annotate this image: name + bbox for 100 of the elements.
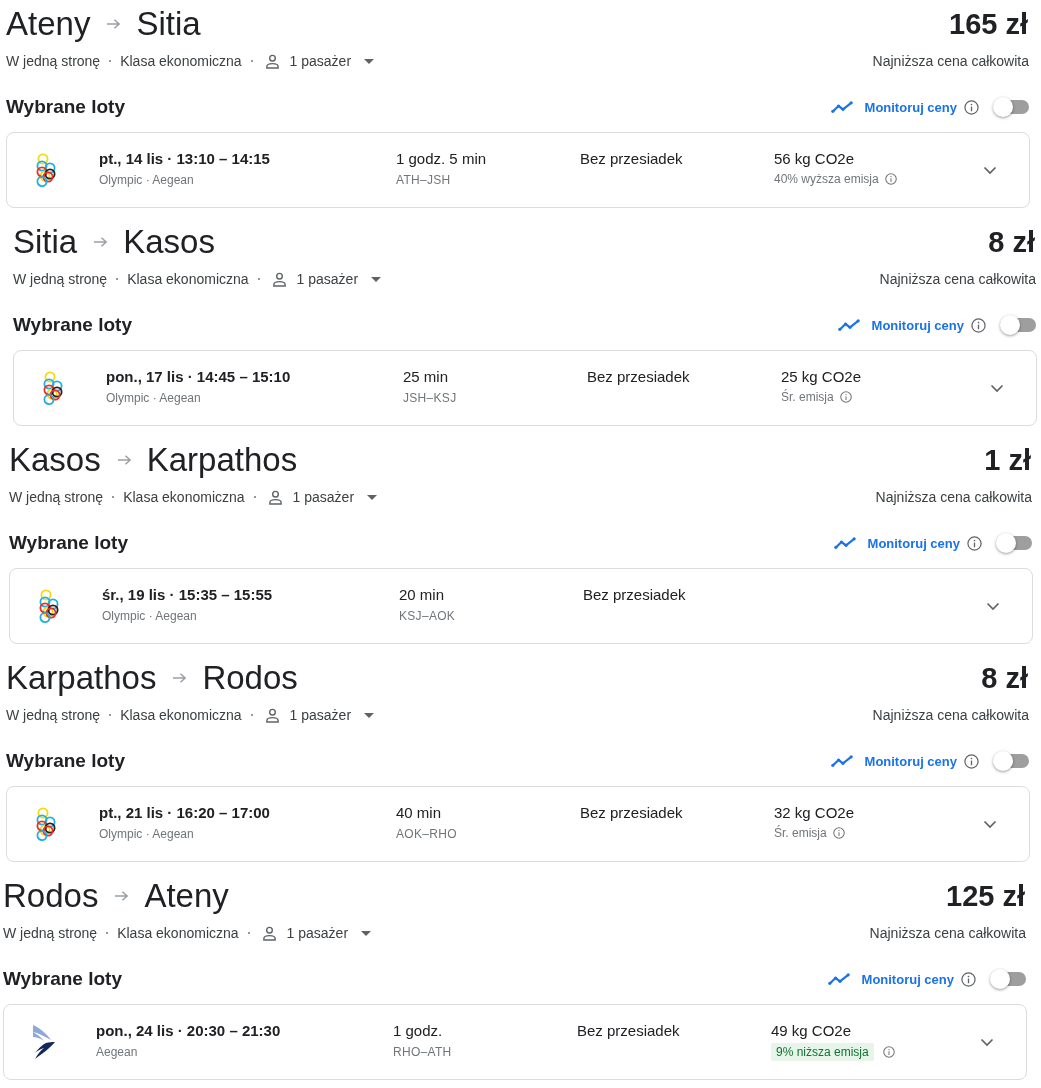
info-icon[interactable] <box>839 391 852 403</box>
rings-logo-icon <box>35 807 57 841</box>
price-note: Najniższa cena całkowita <box>872 53 1029 69</box>
origin-city: Ateny <box>6 5 91 43</box>
info-icon[interactable] <box>964 753 979 769</box>
chevron-down-icon <box>983 165 997 175</box>
track-prices-switch[interactable] <box>990 969 1026 989</box>
info-icon[interactable] <box>882 1046 895 1058</box>
track-prices-switch[interactable] <box>993 97 1029 117</box>
trend-line-icon <box>830 755 853 767</box>
caret-down-icon <box>361 930 372 936</box>
info-icon[interactable] <box>961 971 976 987</box>
route-codes: KSJ–AOK <box>399 608 456 624</box>
rings-logo-icon <box>38 589 60 623</box>
track-prices-label: Monitoruj ceny <box>861 971 954 987</box>
chevron-down-icon <box>990 383 1004 393</box>
flight-date-time: pon., 17 lis · 14:45 – 15:10 <box>106 367 291 387</box>
emissions-value: 25 kg CO2e <box>781 367 862 387</box>
person-icon <box>264 707 280 723</box>
emissions-value: 49 kg CO2e <box>771 1021 852 1041</box>
route-codes: AOK–RHO <box>396 826 457 842</box>
rings-logo-icon <box>42 371 64 405</box>
track-prices-switch[interactable] <box>996 533 1032 553</box>
flight-date-time: śr., 19 lis · 15:35 – 15:55 <box>102 585 273 605</box>
trip-type: W jedną stronę <box>3 925 98 941</box>
passengers-dropdown[interactable]: 1 pasażer <box>261 707 375 723</box>
airline-names: Olympic · Aegean <box>106 390 201 406</box>
arrow-right-icon <box>172 672 188 684</box>
flight-duration: 25 min <box>403 367 449 387</box>
chevron-down-icon <box>986 601 1000 611</box>
price: 165 zł <box>949 7 1028 41</box>
airline-names: Aegean <box>96 1044 138 1060</box>
flight-date-time: pt., 14 lis · 13:10 – 14:15 <box>99 149 270 169</box>
stops-info: Bez przesiadek <box>583 585 686 605</box>
price: 8 zł <box>981 661 1028 695</box>
track-prices-label: Monitoruj ceny <box>864 99 957 115</box>
passengers-dropdown[interactable]: 1 pasażer <box>268 271 382 287</box>
emission-note: 9% niższa emisja <box>771 1043 874 1061</box>
track-prices-switch[interactable] <box>993 751 1029 771</box>
airline-names: Olympic · Aegean <box>99 172 194 188</box>
emission-note: 40% wyższa emisja <box>774 171 879 187</box>
chevron-down-icon <box>980 1037 994 1047</box>
section-heading: Wybrane loty <box>9 532 128 554</box>
person-icon <box>261 925 277 941</box>
section-heading: Wybrane loty <box>6 750 125 772</box>
passengers-dropdown[interactable]: 1 pasażer <box>264 489 378 505</box>
info-icon[interactable] <box>967 535 982 551</box>
trend-line-icon <box>833 537 856 549</box>
cabin-class: Klasa ekonomiczna <box>127 271 249 287</box>
stops-info: Bez przesiadek <box>577 1021 680 1041</box>
caret-down-icon <box>364 58 375 64</box>
stops-info: Bez przesiadek <box>580 803 683 823</box>
arrow-right-icon <box>106 18 122 30</box>
stops-info: Bez przesiadek <box>587 367 690 387</box>
origin-city: Karpathos <box>6 659 157 697</box>
caret-down-icon <box>367 494 378 500</box>
trip-type: W jedną stronę <box>6 53 101 69</box>
origin-city: Rodos <box>3 877 99 915</box>
cabin-class: Klasa ekonomiczna <box>117 925 239 941</box>
origin-city: Sitia <box>13 223 78 261</box>
route-codes: RHO–ATH <box>393 1044 452 1060</box>
info-icon[interactable] <box>964 99 979 115</box>
route-codes: JSH–KSJ <box>403 390 457 406</box>
caret-down-icon <box>364 712 375 718</box>
price-note: Najniższa cena całkowita <box>875 489 1032 505</box>
track-prices-label: Monitoruj ceny <box>871 317 964 333</box>
flight-date-time: pt., 21 lis · 16:20 – 17:00 <box>99 803 270 823</box>
flight-duration: 40 min <box>396 803 442 823</box>
destination-city: Rodos <box>202 659 298 697</box>
caret-down-icon <box>371 276 382 282</box>
section-heading: Wybrane loty <box>13 314 132 336</box>
trend-line-icon <box>827 973 850 985</box>
section-heading: Wybrane loty <box>3 968 122 990</box>
airline-names: Olympic · Aegean <box>102 608 197 624</box>
price-note: Najniższa cena całkowita <box>872 707 1029 723</box>
info-icon[interactable] <box>884 173 897 185</box>
arrow-right-icon <box>93 236 109 248</box>
arrow-right-icon <box>114 890 130 902</box>
flight-card[interactable]: pt., 14 lis · 13:10 – 14:15 Olympic · Aegean 1 godz. 5 min ATH–JSH Bez przesiadek 56 kg CO2e 40% wyższa emisja <box>6 132 1030 208</box>
emissions-value: 32 kg CO2e <box>774 803 855 823</box>
info-icon[interactable] <box>832 827 845 839</box>
price-note: Najniższa cena całkowita <box>879 271 1036 287</box>
flight-date-time: pon., 24 lis · 20:30 – 21:30 <box>96 1021 281 1041</box>
passengers-dropdown[interactable]: 1 pasażer <box>258 925 372 941</box>
flight-card[interactable]: pon., 17 lis · 14:45 – 15:10 Olympic · Aegean 25 min JSH–KSJ Bez przesiadek 25 kg CO2e Śr. emisja <box>13 350 1037 426</box>
cabin-class: Klasa ekonomiczna <box>120 53 242 69</box>
stops-info: Bez przesiadek <box>580 149 683 169</box>
passengers-dropdown[interactable]: 1 pasażer <box>261 53 375 69</box>
flight-card[interactable]: pon., 24 lis · 20:30 – 21:30 Aegean 1 godz. RHO–ATH Bez przesiadek 49 kg CO2e 9% niższa emisja <box>3 1004 1027 1080</box>
cabin-class: Klasa ekonomiczna <box>123 489 245 505</box>
price: 125 zł <box>946 879 1025 913</box>
info-icon[interactable] <box>971 317 986 333</box>
emission-note: Śr. emisja <box>781 389 834 405</box>
destination-city: Kasos <box>123 223 215 261</box>
trip-type: W jedną stronę <box>9 489 104 505</box>
emission-note: Śr. emisja <box>774 825 827 841</box>
flight-card[interactable]: śr., 19 lis · 15:35 – 15:55 Olympic · Aegean 20 min KSJ–AOK Bez przesiadek <box>9 568 1033 644</box>
person-icon <box>264 53 280 69</box>
track-prices-switch[interactable] <box>1000 315 1036 335</box>
flight-card[interactable]: pt., 21 lis · 16:20 – 17:00 Olympic · Aegean 40 min AOK–RHO Bez przesiadek 32 kg CO2e Śr. emisja <box>6 786 1030 862</box>
